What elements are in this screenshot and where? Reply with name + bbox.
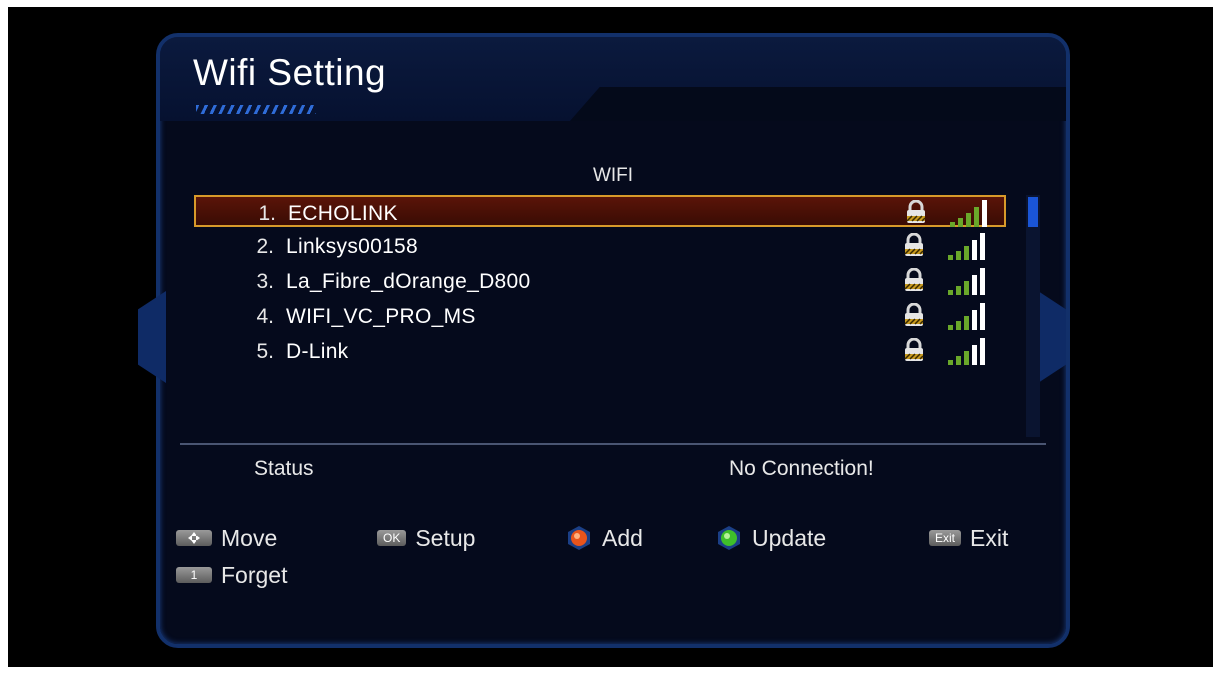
network-row[interactable]: 3. La_Fibre_dOrange_D800 bbox=[194, 265, 1006, 297]
network-name: La_Fibre_dOrange_D800 bbox=[286, 270, 531, 293]
hint-setup[interactable]: OK Setup bbox=[377, 524, 475, 552]
signal-bar bbox=[980, 233, 985, 260]
signal-bar bbox=[972, 240, 977, 260]
header-decoration bbox=[570, 87, 1066, 121]
lock-icon bbox=[902, 337, 926, 362]
network-row[interactable]: 2. Linksys00158 bbox=[194, 230, 1006, 262]
lock-icon bbox=[904, 199, 928, 224]
signal-bar bbox=[964, 281, 969, 295]
network-number: 2. bbox=[256, 235, 274, 258]
signal-bar bbox=[948, 255, 953, 260]
hint-exit[interactable]: Exit Exit bbox=[929, 524, 1008, 552]
hint-update[interactable]: Update bbox=[716, 524, 826, 552]
network-name: D-Link bbox=[286, 340, 349, 363]
signal-bar bbox=[980, 338, 985, 365]
signal-strength-icon bbox=[946, 231, 992, 261]
network-row[interactable]: 5. D-Link bbox=[194, 335, 1006, 367]
signal-bar bbox=[956, 321, 961, 330]
signal-bar bbox=[956, 356, 961, 365]
signal-bar bbox=[948, 360, 953, 365]
signal-bar bbox=[974, 207, 979, 227]
signal-bar bbox=[972, 310, 977, 330]
network-name: ECHOLINK bbox=[288, 202, 398, 225]
left-side-tab bbox=[138, 291, 166, 383]
hint-label: Forget bbox=[221, 561, 288, 588]
signal-strength-icon bbox=[946, 266, 992, 296]
signal-bar bbox=[980, 303, 985, 330]
one-key-icon: 1 bbox=[176, 567, 212, 583]
arrows-key-icon bbox=[176, 530, 212, 546]
exit-key-icon: Exit bbox=[929, 530, 962, 546]
signal-bar bbox=[972, 275, 977, 295]
green-key-icon bbox=[716, 525, 742, 551]
lock-icon bbox=[902, 267, 926, 292]
signal-bar bbox=[964, 246, 969, 260]
network-row[interactable]: 1. ECHOLINK bbox=[194, 195, 1006, 227]
wifi-setting-dialog: Wifi Setting WIFI 1. ECHOLINK 2. Linksys… bbox=[138, 33, 1070, 648]
signal-bar bbox=[948, 290, 953, 295]
signal-bar bbox=[956, 251, 961, 260]
signal-bar bbox=[958, 218, 963, 227]
red-key-icon bbox=[566, 525, 592, 551]
network-number: 3. bbox=[256, 270, 274, 293]
title-stripes-decoration bbox=[196, 105, 316, 114]
hint-label: Update bbox=[752, 524, 827, 551]
wifi-network-list[interactable]: 1. ECHOLINK 2. Linksys00158 3. La_Fibre_… bbox=[194, 195, 1012, 437]
scrollbar-thumb[interactable] bbox=[1028, 197, 1038, 227]
lock-icon bbox=[902, 232, 926, 257]
signal-strength-icon bbox=[948, 198, 994, 228]
tv-screen: Wifi Setting WIFI 1. ECHOLINK 2. Linksys… bbox=[8, 7, 1213, 667]
network-number: 1. bbox=[258, 202, 276, 225]
hint-label: Setup bbox=[415, 524, 476, 551]
signal-bar bbox=[982, 200, 987, 227]
hint-label: Move bbox=[221, 524, 278, 551]
network-row[interactable]: 4. WIFI_VC_PRO_MS bbox=[194, 300, 1006, 332]
right-side-tab bbox=[1038, 291, 1066, 383]
signal-strength-icon bbox=[946, 336, 992, 366]
hint-add[interactable]: Add bbox=[566, 524, 643, 552]
hint-label: Add bbox=[602, 524, 643, 551]
signal-bar bbox=[980, 268, 985, 295]
network-name: WIFI_VC_PRO_MS bbox=[286, 305, 476, 328]
page-title: Wifi Setting bbox=[193, 52, 387, 93]
list-scrollbar[interactable] bbox=[1026, 195, 1040, 437]
section-label: WIFI bbox=[592, 165, 634, 186]
network-name: Linksys00158 bbox=[286, 235, 419, 258]
signal-bar bbox=[948, 325, 953, 330]
ok-key-icon: OK bbox=[377, 530, 407, 546]
signal-bar bbox=[950, 222, 955, 227]
signal-bar bbox=[972, 345, 977, 365]
signal-strength-icon bbox=[946, 301, 992, 331]
lock-icon bbox=[902, 302, 926, 327]
hint-move[interactable]: Move bbox=[176, 524, 277, 552]
signal-bar bbox=[956, 286, 961, 295]
network-number: 5. bbox=[256, 340, 274, 363]
signal-bar bbox=[964, 316, 969, 330]
hint-label: Exit bbox=[970, 524, 1009, 551]
status-label: Status bbox=[254, 457, 314, 480]
status-value: No Connection! bbox=[729, 457, 874, 480]
signal-bar bbox=[964, 351, 969, 365]
divider bbox=[180, 443, 1046, 445]
network-number: 4. bbox=[256, 305, 274, 328]
signal-bar bbox=[966, 213, 971, 227]
hint-forget[interactable]: 1 Forget bbox=[176, 561, 287, 589]
